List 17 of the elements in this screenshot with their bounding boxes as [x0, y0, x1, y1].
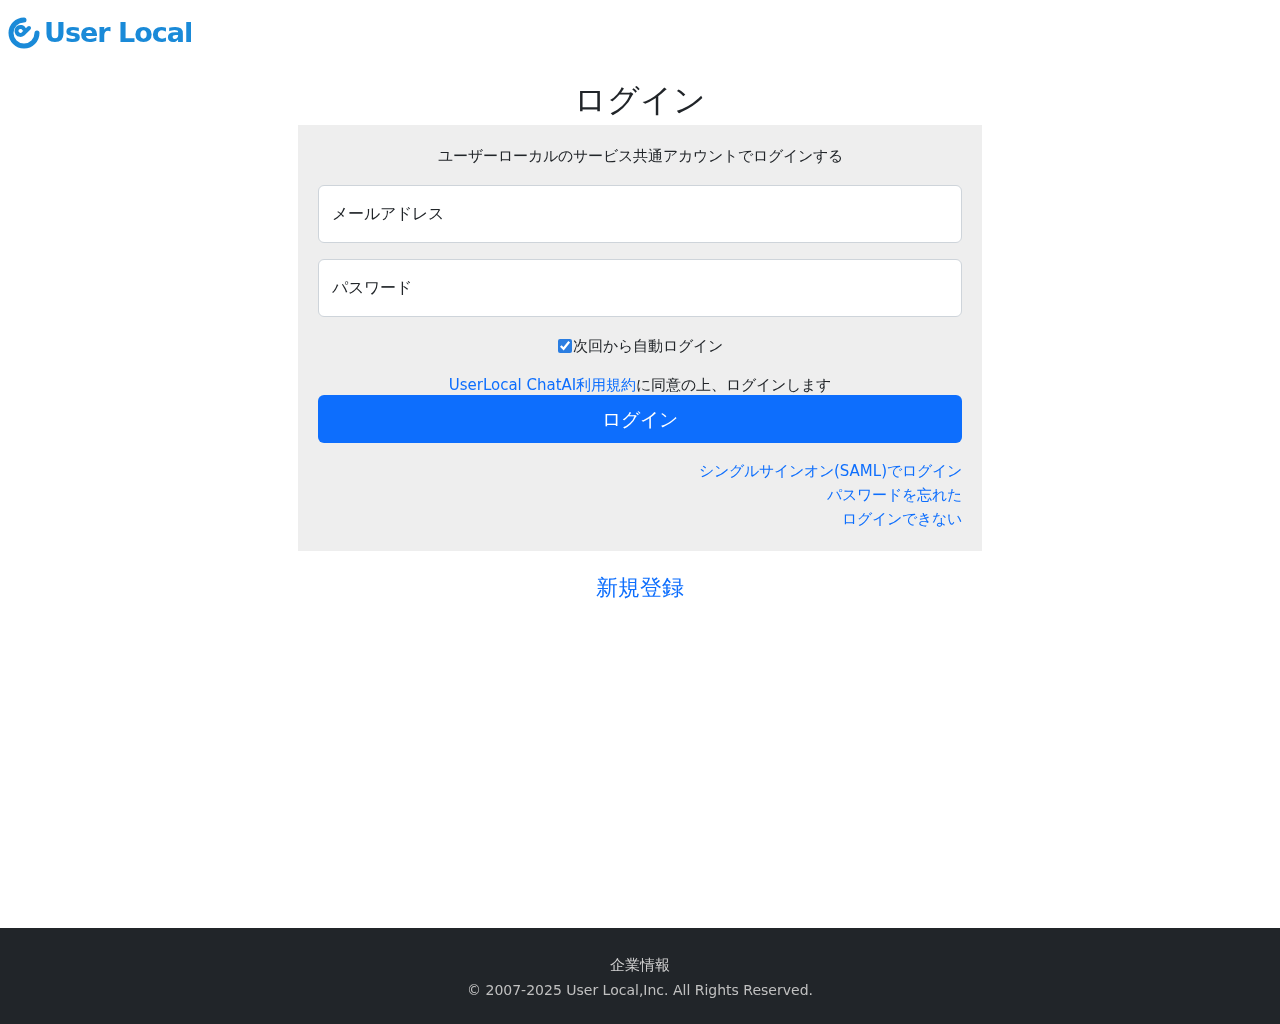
help-link[interactable]: パスワードを忘れた — [827, 483, 962, 507]
auto-login-checkbox[interactable] — [557, 338, 572, 353]
logo-text: User Local — [44, 15, 193, 50]
terms-link[interactable]: UserLocal ChatAI利用規約 — [448, 376, 637, 394]
help-link[interactable]: シングルサインオン(SAML)でログイン — [698, 459, 962, 483]
terms-notice: UserLocal ChatAI利用規約に同意の上、ログインします — [448, 375, 832, 395]
password-field[interactable]: パスワード — [318, 258, 962, 317]
logo-icon — [8, 17, 40, 49]
page-title: ログイン — [574, 80, 706, 121]
panel-subtitle: ユーザーローカルのサービス共通アカウントでログインする — [437, 146, 843, 167]
email-field[interactable]: メールアドレス — [318, 184, 962, 243]
company-info-link[interactable]: 企業情報 — [610, 954, 670, 977]
login-button[interactable]: ログイン — [318, 395, 962, 443]
help-link[interactable]: ログインできない — [842, 507, 962, 531]
register-link[interactable]: 新規登録 — [596, 571, 684, 604]
copyright-text: © 2007-2025 User Local,Inc. All Rights Reserved. — [467, 980, 813, 1000]
auto-login-label[interactable]: 次回から自動ログイン — [572, 334, 723, 357]
